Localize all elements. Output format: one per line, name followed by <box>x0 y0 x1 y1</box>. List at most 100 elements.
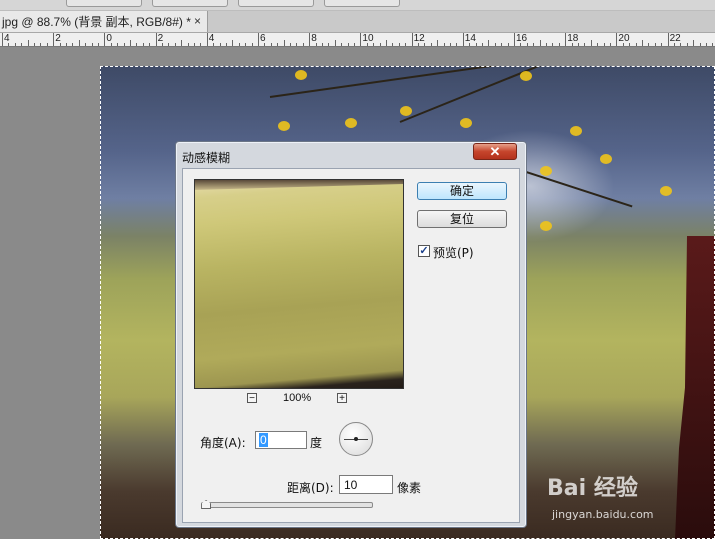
options-bar-button[interactable] <box>238 0 314 7</box>
ruler-tick <box>680 43 681 46</box>
options-bar-button[interactable] <box>152 0 228 7</box>
ruler-tick <box>354 43 355 46</box>
ruler-tick <box>700 43 701 46</box>
angle-value: 0 <box>259 433 268 447</box>
ruler-tick <box>373 43 374 46</box>
distance-slider-track[interactable] <box>201 502 373 508</box>
dialog-titlebar[interactable]: 动感模糊 ✕ <box>176 142 526 166</box>
ruler-tick <box>520 43 521 46</box>
checkmark-icon[interactable]: ✓ <box>418 245 430 257</box>
dialog-body: − 100% + 确定 复位 ✓ 预览(P) 角度(A): 0 度 距离(D):… <box>182 168 520 523</box>
ruler-tick <box>559 43 560 46</box>
ruler-tick <box>271 43 272 46</box>
ruler-tick <box>98 43 99 46</box>
angle-label: 角度(A): <box>200 436 246 450</box>
preview-zoom-controls: − 100% + <box>247 392 357 406</box>
ruler-tick <box>648 43 649 46</box>
ruler-tick <box>252 43 253 46</box>
ruler-tick <box>8 43 9 46</box>
ruler-tick <box>296 43 297 46</box>
ruler-tick <box>194 43 195 46</box>
ruler-tick <box>418 43 419 46</box>
ruler-tick <box>239 43 240 46</box>
close-icon[interactable]: × <box>194 14 201 28</box>
ruler-label: 16 <box>516 33 528 44</box>
ruler-tick <box>245 43 246 46</box>
ruler-tick <box>232 40 233 46</box>
ruler-tick <box>143 43 144 46</box>
angle-dial-icon[interactable] <box>339 422 373 456</box>
horizontal-ruler[interactable]: 42024681012141618202224 <box>0 33 715 47</box>
document-tab[interactable]: jpg @ 88.7% (背景 副本, RGB/8#) * × <box>0 11 208 32</box>
ruler-tick <box>367 43 368 46</box>
ruler-tick <box>328 43 329 46</box>
ruler-tick <box>175 43 176 46</box>
options-bar-button[interactable] <box>324 0 400 7</box>
ruler-tick <box>661 43 662 46</box>
ruler-tick <box>309 33 310 46</box>
ruler-tick <box>604 43 605 46</box>
watermark-brand: Bai 经验 <box>547 476 638 501</box>
document-tab-title: jpg @ 88.7% (背景 副本, RGB/8#) * <box>2 15 191 29</box>
angle-unit: 度 <box>310 436 323 450</box>
ruler-tick <box>565 33 566 46</box>
ruler-tick <box>584 43 585 46</box>
ruler-tick <box>15 43 16 46</box>
ruler-tick <box>456 43 457 46</box>
ruler-tick <box>405 43 406 46</box>
ruler-tick <box>92 43 93 46</box>
ruler-tick <box>527 43 528 46</box>
ruler-tick <box>431 43 432 46</box>
ruler-tick <box>424 43 425 46</box>
preview-band <box>195 180 403 190</box>
ruler-tick <box>111 43 112 46</box>
ruler-tick <box>552 43 553 46</box>
zoom-out-icon[interactable]: − <box>247 393 257 404</box>
ruler-tick <box>104 33 105 46</box>
ruler-tick <box>636 43 637 46</box>
ruler-tick <box>60 43 61 46</box>
distance-label: 距离(D): <box>287 481 334 495</box>
ruler-tick <box>40 43 41 46</box>
options-bar-button[interactable] <box>66 0 142 7</box>
ruler-tick <box>303 43 304 46</box>
ruler-tick <box>66 43 67 46</box>
ruler-tick <box>316 43 317 46</box>
ruler-tick <box>53 33 54 46</box>
ruler-tick <box>706 43 707 46</box>
ruler-tick <box>290 43 291 46</box>
ruler-tick <box>655 43 656 46</box>
close-icon[interactable]: ✕ <box>473 143 517 160</box>
ruler-tick <box>2 33 3 46</box>
ruler-tick <box>616 33 617 46</box>
blur-preview[interactable] <box>194 179 404 389</box>
ruler-tick <box>341 43 342 46</box>
ok-button[interactable]: 确定 <box>417 182 507 200</box>
ruler-tick <box>540 40 541 46</box>
zoom-in-icon[interactable]: + <box>337 393 347 404</box>
ruler-tick <box>514 33 515 46</box>
ruler-tick <box>476 43 477 46</box>
ruler-tick <box>117 43 118 46</box>
ruler-tick <box>220 43 221 46</box>
preview-checkbox-label[interactable]: 预览(P) <box>433 244 474 261</box>
ruler-tick <box>322 43 323 46</box>
ruler-tick <box>335 40 336 46</box>
ruler-tick <box>629 43 630 46</box>
reset-button[interactable]: 复位 <box>417 210 507 228</box>
distance-input[interactable]: 10 <box>339 475 393 494</box>
ruler-tick <box>463 33 464 46</box>
ruler-tick <box>572 43 573 46</box>
ruler-tick <box>79 40 80 46</box>
ruler-tick <box>591 40 592 46</box>
ruler-tick <box>168 43 169 46</box>
angle-input[interactable]: 0 <box>255 431 307 449</box>
ruler-tick <box>444 43 445 46</box>
ruler-tick <box>213 43 214 46</box>
ruler-tick <box>348 43 349 46</box>
ruler-tick <box>469 43 470 46</box>
watermark-url: jingyan.baidu.com <box>552 508 654 521</box>
distance-unit: 像素 <box>397 481 422 495</box>
ruler-tick <box>437 40 438 46</box>
ruler-tick <box>578 43 579 46</box>
